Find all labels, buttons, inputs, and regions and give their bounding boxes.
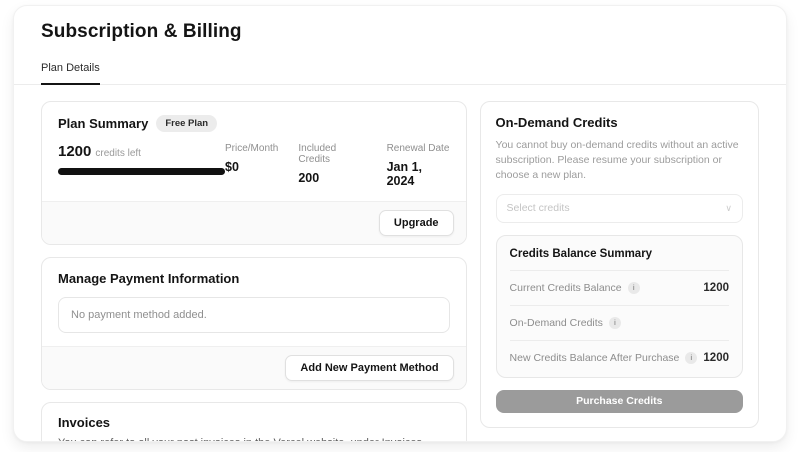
plan-stats: Price/Month $0 Included Credits 200 Rene… (225, 143, 450, 188)
add-payment-method-button[interactable]: Add New Payment Method (285, 355, 453, 381)
credits-select[interactable]: Select credits ∨ (496, 194, 743, 223)
header: Subscription & Billing (14, 6, 786, 43)
payment-footer: Add New Payment Method (42, 346, 466, 389)
credits-progress-fill (58, 168, 225, 175)
tab-plan-details[interactable]: Plan Details (41, 62, 100, 85)
credits-left-value: 1200 (58, 143, 91, 160)
plan-summary-footer: Upgrade (42, 201, 466, 244)
plan-summary-card: Plan Summary Free Plan 1200 credits left (41, 101, 467, 245)
stat-label: Renewal Date (387, 143, 450, 154)
page-title: Subscription & Billing (41, 21, 759, 43)
subscription-billing-panel: Subscription & Billing Plan Details Plan… (13, 5, 787, 442)
content-area: Plan Summary Free Plan 1200 credits left (14, 85, 786, 442)
payment-card: Manage Payment Information No payment me… (41, 257, 467, 390)
on-demand-credits-card: On-Demand Credits You cannot buy on-dema… (480, 101, 759, 428)
summary-title: Credits Balance Summary (510, 248, 729, 270)
on-demand-title: On-Demand Credits (496, 115, 743, 130)
free-plan-badge: Free Plan (156, 115, 217, 132)
info-icon: i (628, 282, 640, 294)
summary-row-value: 1200 (703, 352, 729, 364)
invoices-card: Invoices You can refer to all your past … (41, 402, 467, 442)
right-column: On-Demand Credits You cannot buy on-dema… (480, 101, 759, 442)
invoices-title: Invoices (58, 415, 450, 430)
payment-body: Manage Payment Information No payment me… (42, 258, 466, 346)
on-demand-description: You cannot buy on-demand credits without… (496, 138, 743, 184)
stat-label: Price/Month (225, 143, 278, 154)
invoices-body: Invoices You can refer to all your past … (42, 403, 466, 442)
credits-progress-bar (58, 168, 225, 175)
chevron-down-icon: ∨ (725, 203, 732, 214)
credits-select-placeholder: Select credits (507, 202, 570, 214)
summary-row-value: 1200 (703, 282, 729, 294)
payment-title: Manage Payment Information (58, 271, 450, 286)
payment-empty-message: No payment method added. (58, 297, 450, 333)
stat-included-credits: Included Credits 200 (298, 143, 366, 188)
summary-row-label: On-Demand Credits (510, 317, 603, 329)
upgrade-button[interactable]: Upgrade (379, 210, 454, 236)
stat-value: Jan 1, 2024 (387, 160, 450, 188)
info-icon: i (609, 317, 621, 329)
tab-bar: Plan Details (14, 58, 786, 85)
plan-summary-title: Plan Summary (58, 116, 148, 131)
credits-left-block: 1200 credits left (58, 143, 225, 188)
stat-value: $0 (225, 160, 278, 174)
summary-row-on-demand: On-Demand Credits i (510, 305, 729, 340)
credits-left-label: credits left (95, 148, 141, 159)
stat-price-month: Price/Month $0 (225, 143, 278, 188)
info-icon: i (685, 352, 697, 364)
credits-balance-summary: Credits Balance Summary Current Credits … (496, 235, 743, 378)
stat-renewal-date: Renewal Date Jan 1, 2024 (387, 143, 450, 188)
plan-summary-body: Plan Summary Free Plan 1200 credits left (42, 102, 466, 201)
stat-value: 200 (298, 171, 366, 185)
purchase-credits-button[interactable]: Purchase Credits (496, 390, 743, 413)
summary-row-label: Current Credits Balance (510, 282, 622, 294)
left-column: Plan Summary Free Plan 1200 credits left (41, 101, 467, 442)
summary-row-label: New Credits Balance After Purchase (510, 352, 680, 364)
stat-label: Included Credits (298, 143, 366, 165)
summary-row-current-balance: Current Credits Balance i 1200 (510, 270, 729, 305)
summary-row-new-balance: New Credits Balance After Purchase i 120… (510, 340, 729, 375)
invoices-description: You can refer to all your past invoices … (58, 437, 450, 442)
